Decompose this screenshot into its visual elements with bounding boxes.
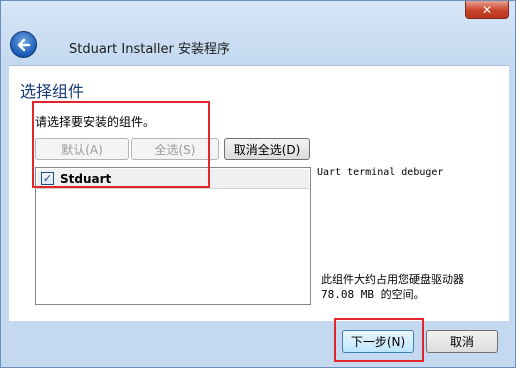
page-title: 选择组件: [20, 82, 85, 101]
arrow-left-icon: [17, 38, 30, 51]
space-line-1: 此组件大约占用您硬盘驱动器: [321, 273, 464, 286]
close-button[interactable]: ✕: [465, 1, 509, 19]
space-requirement: 此组件大约占用您硬盘驱动器 78.08 MB 的空间。: [321, 272, 505, 302]
highlight-box-next: [334, 318, 424, 362]
installer-window: ✕ Stduart Installer 安装程序 选择组件 请选择要安装的组件。…: [0, 0, 516, 368]
space-line-2: 78.08 MB 的空间。: [321, 288, 425, 301]
close-icon: ✕: [481, 2, 493, 17]
highlight-box-components: [32, 101, 210, 188]
component-description: Uart terminal debuger: [317, 167, 444, 178]
cancel-button[interactable]: 取消: [426, 330, 498, 353]
back-button[interactable]: [10, 31, 37, 58]
window-title: Stduart Installer 安装程序: [69, 42, 230, 57]
deselect-all-button[interactable]: 取消全选(D): [224, 138, 310, 160]
